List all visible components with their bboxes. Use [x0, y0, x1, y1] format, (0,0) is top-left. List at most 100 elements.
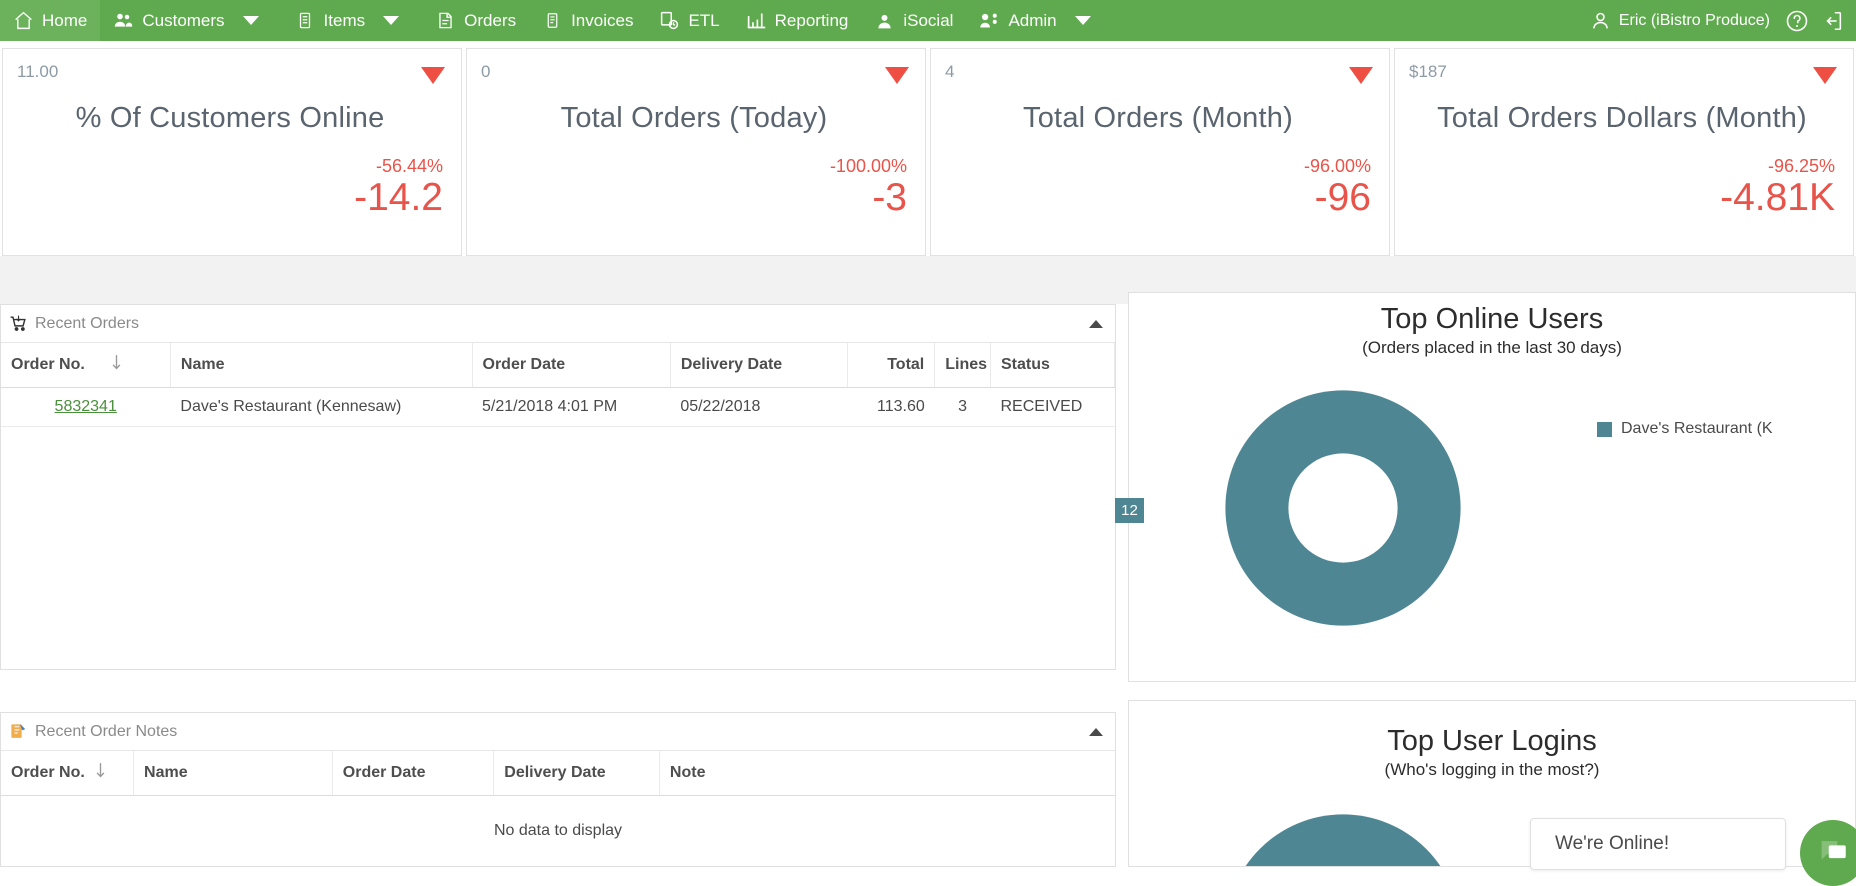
- recent-orders-table: Order No. Name Order Date Delivery Date …: [1, 343, 1115, 427]
- items-icon: [295, 10, 316, 31]
- kpi-title: Total Orders Dollars (Month): [1437, 102, 1807, 134]
- recent-order-notes-empty-message: No data to display: [493, 822, 623, 839]
- nav-item-invoices[interactable]: Invoices: [529, 0, 646, 41]
- nav-item-admin[interactable]: Admin: [966, 0, 1113, 41]
- cell-lines: 3: [934, 387, 991, 427]
- orders-icon: [435, 10, 456, 31]
- invoices-icon: [542, 10, 563, 31]
- cell-order-date: 5/21/2018 4:01 PM: [472, 387, 671, 427]
- donut-value-label: 12: [1115, 498, 1144, 523]
- chat-launcher-button[interactable]: [1800, 820, 1856, 886]
- column-header-status[interactable]: Status: [990, 343, 1115, 388]
- nav-item-customers-label: Customers: [142, 10, 225, 30]
- chat-status-bubble[interactable]: We're Online!: [1530, 818, 1786, 870]
- recent-order-notes-panel-title: Recent Order Notes: [35, 722, 178, 740]
- help-circle-icon[interactable]: [1784, 8, 1810, 34]
- donut-slice[interactable]: [1225, 814, 1460, 867]
- nav-item-orders-label: Orders: [464, 10, 517, 30]
- nav-item-home-label: Home: [42, 10, 88, 30]
- cell-order-no: 5832341: [1, 387, 171, 427]
- column-header-delivery-date[interactable]: Delivery Date: [493, 751, 660, 796]
- chevron-down-icon-customers[interactable]: [242, 16, 259, 25]
- column-header-order-no[interactable]: Order No.: [1, 751, 135, 796]
- nav-item-isocial[interactable]: iSocial: [861, 0, 966, 41]
- collapse-up-icon[interactable]: [1089, 727, 1103, 736]
- recent-orders-panel-header: Recent Orders: [1, 305, 1115, 343]
- chart-legend-top-online-users[interactable]: Dave's Restaurant (K: [1597, 420, 1773, 438]
- nav-item-isocial-label: iSocial: [903, 10, 954, 30]
- chevron-down-icon-items[interactable]: [383, 16, 400, 25]
- etl-icon: [659, 10, 680, 31]
- logout-icon[interactable]: [1820, 8, 1846, 34]
- order-number-link[interactable]: 5832341: [55, 398, 117, 415]
- nav-item-home[interactable]: Home: [0, 0, 101, 41]
- kpi-percent-change: -96.25%: [1767, 156, 1835, 176]
- notes-icon: [9, 722, 28, 741]
- customers-icon: [113, 10, 134, 31]
- trend-down-icon: [1349, 67, 1373, 84]
- column-header-delivery-date[interactable]: Delivery Date: [670, 343, 849, 388]
- isocial-icon: [874, 10, 895, 31]
- column-header-order-date[interactable]: Order Date: [472, 343, 671, 388]
- sort-desc-arrow-icon[interactable]: [95, 762, 106, 784]
- cell-delivery-date: 05/22/2018: [670, 387, 848, 427]
- kpi-delta-value: -96: [1314, 176, 1371, 219]
- column-header-order-no-label: Order No.: [11, 764, 85, 782]
- nav-item-etl[interactable]: ETL: [646, 0, 732, 41]
- trend-down-icon: [1813, 67, 1837, 84]
- column-header-name[interactable]: Name: [170, 343, 473, 388]
- kpi-previous-value: $187: [1409, 62, 1447, 81]
- column-header-total[interactable]: Total: [847, 343, 936, 388]
- chat-status-message: We're Online!: [1555, 833, 1670, 854]
- top-online-users-chart-panel: Top Online Users (Orders placed in the l…: [1115, 292, 1856, 682]
- column-header-order-no[interactable]: Order No.: [1, 343, 171, 388]
- kpi-card-row: 11.00 % Of Customers Online -56.44% -14.…: [0, 48, 1856, 256]
- donut-chart-top-online-users[interactable]: [1203, 368, 1483, 648]
- nav-item-etl-label: ETL: [688, 10, 720, 30]
- column-header-order-date[interactable]: Order Date: [332, 751, 495, 796]
- recent-order-notes-panel-header: Recent Order Notes: [1, 713, 1115, 751]
- nav-item-orders[interactable]: Orders: [422, 0, 529, 41]
- donut-chart-top-user-logins[interactable]: [1203, 792, 1483, 867]
- kpi-delta-value: -14.2: [354, 176, 443, 219]
- chevron-down-icon-admin[interactable]: [1074, 16, 1091, 25]
- nav-item-reporting[interactable]: Reporting: [733, 0, 862, 41]
- kpi-card-total-orders-dollars-month[interactable]: $187 Total Orders Dollars (Month) -96.25…: [1394, 48, 1854, 256]
- kpi-card-customers-online[interactable]: 11.00 % Of Customers Online -56.44% -14.…: [2, 48, 462, 256]
- trend-down-icon: [885, 67, 909, 84]
- kpi-delta-value: -4.81K: [1720, 176, 1835, 219]
- column-header-name[interactable]: Name: [133, 751, 333, 796]
- table-header-row: Order No. Name Order Date Delivery Date …: [1, 343, 1115, 388]
- column-header-lines[interactable]: Lines: [934, 343, 991, 388]
- table-row[interactable]: 5832341 Dave's Restaurant (Kennesaw) 5/2…: [1, 387, 1115, 427]
- nav-user-menu[interactable]: Eric (iBistro Produce): [1590, 10, 1784, 31]
- table-header-row: Order No. Name Order Date Delivery Date …: [1, 751, 1115, 796]
- column-header-note[interactable]: Note: [659, 751, 1115, 796]
- top-navigation-bar: Home Customers Items Orders Invoices ETL…: [0, 0, 1856, 41]
- nav-item-items-label: Items: [323, 10, 366, 30]
- legend-swatch-icon: [1597, 421, 1612, 437]
- nav-item-items[interactable]: Items: [282, 0, 423, 41]
- column-header-order-no-label: Order No.: [11, 356, 85, 374]
- top-online-users-chart-title: Top Online Users: [1380, 303, 1604, 335]
- nav-item-reporting-label: Reporting: [774, 10, 849, 30]
- kpi-previous-value: 4: [945, 62, 955, 81]
- collapse-up-icon[interactable]: [1089, 319, 1103, 328]
- nav-user-label: Eric (iBistro Produce): [1618, 11, 1770, 29]
- recent-orders-panel-title: Recent Orders: [35, 314, 140, 332]
- kpi-previous-value: 0: [481, 62, 491, 81]
- nav-item-customers[interactable]: Customers: [100, 0, 281, 41]
- cell-total: 113.60: [847, 387, 935, 427]
- kpi-title: Total Orders (Today): [560, 102, 828, 134]
- kpi-percent-change: -56.44%: [375, 156, 443, 176]
- kpi-card-total-orders-month[interactable]: 4 Total Orders (Month) -96.00% -96: [930, 48, 1390, 256]
- kpi-card-total-orders-today[interactable]: 0 Total Orders (Today) -100.00% -3: [466, 48, 926, 256]
- kpi-title: % Of Customers Online: [75, 102, 385, 134]
- recent-orders-panel: Recent Orders Order No. Name Order Date: [0, 304, 1116, 670]
- legend-label: Dave's Restaurant (K: [1621, 420, 1773, 437]
- recent-order-notes-panel: Recent Order Notes Order No. Name Order …: [0, 712, 1116, 867]
- kpi-percent-change: -100.00%: [829, 156, 907, 176]
- sort-desc-arrow-icon[interactable]: [111, 354, 122, 376]
- recent-order-notes-table: Order No. Name Order Date Delivery Date …: [1, 751, 1115, 796]
- nav-item-admin-label: Admin: [1008, 10, 1057, 30]
